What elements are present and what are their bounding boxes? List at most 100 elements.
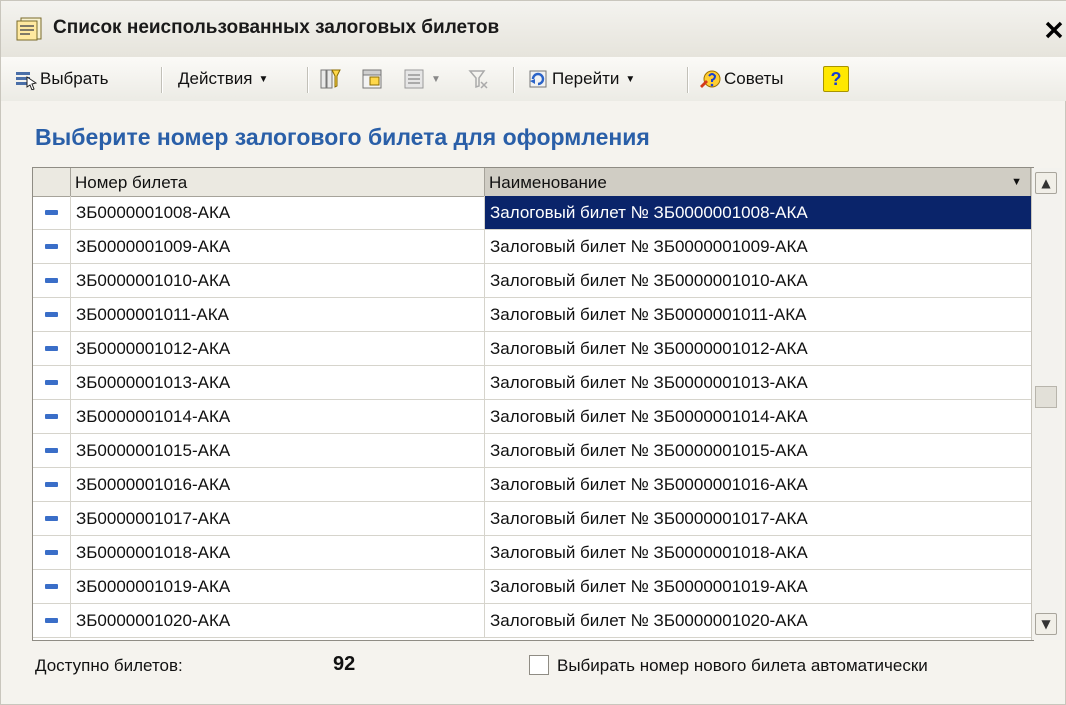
row-element-icon (45, 278, 58, 283)
filter-button[interactable] (319, 65, 341, 93)
cell-ticket-name[interactable]: Залоговый билет № ЗБ0000001009-АКА (485, 230, 1031, 263)
cell-ticket-number[interactable]: ЗБ0000001015-АКА (71, 434, 485, 467)
goto-menu-label: Перейти (552, 69, 620, 88)
cell-ticket-number[interactable]: ЗБ0000001014-АКА (71, 400, 485, 433)
filter-clear-icon (467, 68, 489, 90)
document-list-icon (15, 17, 45, 41)
goto-icon (527, 68, 549, 90)
cell-ticket-name[interactable]: Залоговый билет № ЗБ0000001020-АКА (485, 604, 1031, 637)
cell-ticket-number[interactable]: ЗБ0000001017-АКА (71, 502, 485, 535)
scrollbar-thumb[interactable] (1035, 386, 1057, 408)
cell-ticket-name[interactable]: Залоговый билет № ЗБ0000001013-АКА (485, 366, 1031, 399)
actions-menu[interactable]: Действия ▼ (175, 65, 268, 93)
row-element-icon (45, 346, 58, 351)
available-tickets-count: 92 (333, 653, 356, 675)
cell-ticket-name[interactable]: Залоговый билет № ЗБ0000001011-АКА (485, 298, 1031, 331)
cell-ticket-number[interactable]: ЗБ0000001020-АКА (71, 604, 485, 637)
table-row[interactable]: ЗБ0000001019-АКА Залоговый билет № ЗБ0000… (33, 570, 1031, 604)
filter-clear-button[interactable] (467, 65, 489, 93)
column-header-number[interactable]: Номер билета (71, 168, 485, 196)
vertical-scrollbar[interactable]: ▲ ▼ (1031, 168, 1062, 640)
row-marker (33, 536, 71, 569)
select-arrow-icon (15, 68, 38, 91)
row-marker (33, 196, 71, 229)
cell-ticket-number[interactable]: ЗБ0000001008-АКА (71, 196, 485, 229)
table-row[interactable]: ЗБ0000001008-АКА Залоговый билет № ЗБ0000… (33, 196, 1031, 230)
row-element-icon (45, 312, 58, 317)
window-title: Список неиспользованных залоговых билето… (53, 17, 500, 38)
table-row[interactable]: ЗБ0000001018-АКА Залоговый билет № ЗБ0000… (33, 536, 1031, 570)
tickets-table[interactable]: Номер билета Наименование ▼ ЗБ0000001008… (32, 167, 1062, 641)
column-header-name-label: Наименование (489, 173, 607, 192)
scroll-up-button[interactable]: ▲ (1035, 172, 1057, 194)
cell-ticket-name[interactable]: Залоговый билет № ЗБ0000001017-АКА (485, 502, 1031, 535)
table-row[interactable]: ЗБ0000001020-АКА Залоговый билет № ЗБ0000… (33, 604, 1031, 638)
auto-select-label[interactable]: Выбирать номер нового билета автоматичес… (557, 656, 928, 676)
row-marker (33, 332, 71, 365)
row-element-icon (45, 584, 58, 589)
cell-ticket-number[interactable]: ЗБ0000001009-АКА (71, 230, 485, 263)
row-element-icon (45, 618, 58, 623)
table-row[interactable]: ЗБ0000001015-АКА Залоговый билет № ЗБ0000… (33, 434, 1031, 468)
row-element-icon (45, 448, 58, 453)
sort-descending-icon: ▼ (1011, 176, 1022, 188)
table-row[interactable]: ЗБ0000001009-АКА Залоговый билет № ЗБ0000… (33, 230, 1031, 264)
cell-ticket-name[interactable]: Залоговый билет № ЗБ0000001014-АКА (485, 400, 1031, 433)
chevron-up-icon: ▲ (1041, 176, 1051, 190)
cell-ticket-name[interactable]: Залоговый билет № ЗБ0000001016-АКА (485, 468, 1031, 501)
auto-select-checkbox[interactable] (529, 655, 549, 675)
cell-ticket-number[interactable]: ЗБ0000001018-АКА (71, 536, 485, 569)
table-row[interactable]: ЗБ0000001011-АКА Залоговый билет № ЗБ0000… (33, 298, 1031, 332)
tips-button[interactable]: Советы (699, 65, 783, 93)
close-button[interactable] (1041, 13, 1066, 47)
available-tickets-label: Доступно билетов: (35, 656, 183, 675)
toolbar-separator (513, 67, 515, 93)
cell-ticket-number[interactable]: ЗБ0000001013-АКА (71, 366, 485, 399)
cell-ticket-name[interactable]: Залоговый билет № ЗБ0000001010-АКА (485, 264, 1031, 297)
row-marker (33, 434, 71, 467)
cell-ticket-number[interactable]: ЗБ0000001011-АКА (71, 298, 485, 331)
cell-ticket-name[interactable]: Залоговый билет № ЗБ0000001015-АКА (485, 434, 1031, 467)
row-element-icon (45, 482, 58, 487)
table-row[interactable]: ЗБ0000001014-АКА Залоговый билет № ЗБ0000… (33, 400, 1031, 434)
table-row[interactable]: ЗБ0000001016-АКА Залоговый билет № ЗБ0000… (33, 468, 1031, 502)
cell-ticket-name[interactable]: Залоговый билет № ЗБ0000001012-АКА (485, 332, 1031, 365)
cell-ticket-number[interactable]: ЗБ0000001012-АКА (71, 332, 485, 365)
cell-ticket-number[interactable]: ЗБ0000001016-АКА (71, 468, 485, 501)
scroll-down-button[interactable]: ▼ (1035, 613, 1057, 635)
filter-set-button[interactable] (361, 65, 383, 93)
cell-ticket-name[interactable]: Залоговый билет № ЗБ0000001018-АКА (485, 536, 1031, 569)
table-row[interactable]: ЗБ0000001012-АКА Залоговый билет № ЗБ0000… (33, 332, 1031, 366)
cell-ticket-name[interactable]: Залоговый билет № ЗБ0000001019-АКА (485, 570, 1031, 603)
select-button[interactable]: Выбрать (15, 65, 108, 93)
toolbar: Выбрать Действия ▼ ▼ Перейти ▼ Советы ? (1, 57, 1066, 101)
table-row[interactable]: ЗБ0000001010-АКА Залоговый билет № ЗБ0000… (33, 264, 1031, 298)
cell-ticket-name[interactable]: Залоговый билет № ЗБ0000001008-АКА (485, 196, 1031, 229)
filter-icon (319, 68, 341, 90)
row-marker (33, 230, 71, 263)
table-row[interactable]: ЗБ0000001017-АКА Залоговый билет № ЗБ0000… (33, 502, 1031, 536)
tips-icon (699, 68, 721, 90)
cell-ticket-number[interactable]: ЗБ0000001010-АКА (71, 264, 485, 297)
chevron-down-icon: ▼ (625, 73, 636, 85)
goto-menu[interactable]: Перейти ▼ (527, 65, 635, 93)
hierarchy-icon (403, 68, 425, 90)
help-button[interactable]: ? (823, 65, 849, 93)
column-header-name[interactable]: Наименование ▼ (485, 168, 1031, 196)
toolbar-separator (307, 67, 309, 93)
help-icon: ? (823, 66, 849, 92)
row-marker (33, 264, 71, 297)
ticket-picker-window: Список неиспользованных залоговых билето… (0, 0, 1066, 705)
close-icon (1045, 21, 1063, 39)
cell-ticket-number[interactable]: ЗБ0000001019-АКА (71, 570, 485, 603)
hierarchy-button[interactable]: ▼ (403, 65, 441, 93)
tips-button-label: Советы (724, 69, 784, 88)
row-marker (33, 502, 71, 535)
chevron-down-icon: ▼ (258, 73, 269, 85)
row-element-icon (45, 210, 58, 215)
select-button-label: Выбрать (40, 69, 109, 88)
table-row[interactable]: ЗБ0000001013-АКА Залоговый билет № ЗБ0000… (33, 366, 1031, 400)
toolbar-separator (687, 67, 689, 93)
row-marker (33, 570, 71, 603)
row-element-icon (45, 414, 58, 419)
